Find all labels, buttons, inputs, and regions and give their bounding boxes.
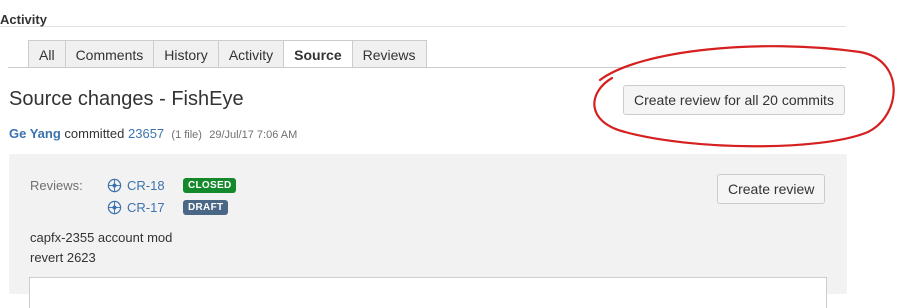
crucible-review-icon — [107, 178, 122, 193]
commit-author-link[interactable]: Ge Yang — [9, 126, 61, 141]
commit-date: 29/Jul/17 7:06 AM — [209, 129, 298, 141]
crucible-review-icon — [107, 200, 122, 215]
create-review-all-commits-button[interactable]: Create review for all 20 commits — [623, 85, 845, 115]
review-link[interactable]: CR-17 — [127, 200, 177, 215]
tab-activity[interactable]: Activity — [217, 40, 285, 68]
review-link[interactable]: CR-18 — [127, 178, 177, 193]
page-title: Source changes - FishEye — [9, 88, 244, 110]
commit-message-line: capfx-2355 account mod — [30, 230, 173, 245]
status-badge: DRAFT — [183, 200, 229, 215]
activity-tabs: All Comments History Activity Source Rev… — [28, 40, 427, 68]
commit-panel: Reviews: CR-18 CLOSED CR-17 DRAFT Create… — [9, 154, 847, 308]
review-item: CR-18 CLOSED — [107, 178, 237, 193]
reviews-label: Reviews: — [30, 178, 83, 193]
commit-revision-link[interactable]: 23657 — [128, 126, 164, 141]
tab-comments[interactable]: Comments — [64, 40, 155, 68]
tab-history[interactable]: History — [153, 40, 219, 68]
tab-all[interactable]: All — [28, 40, 66, 68]
tab-source[interactable]: Source — [283, 40, 353, 68]
changeset-box — [29, 277, 827, 308]
tabs-divider — [8, 67, 846, 68]
commit-verb: committed — [64, 126, 125, 141]
commit-message-line: revert 2623 — [30, 250, 96, 265]
create-review-button[interactable]: Create review — [717, 174, 826, 204]
activity-section-header: Activity — [0, 8, 846, 27]
status-badge: CLOSED — [183, 178, 237, 193]
commit-file-count: (1 file) — [171, 129, 202, 141]
tab-reviews[interactable]: Reviews — [351, 40, 427, 68]
commit-summary: Ge Yang committed 23657 (1 file) 29/Jul/… — [9, 126, 297, 141]
review-item: CR-17 DRAFT — [107, 200, 229, 215]
section-title: Activity — [0, 12, 47, 27]
